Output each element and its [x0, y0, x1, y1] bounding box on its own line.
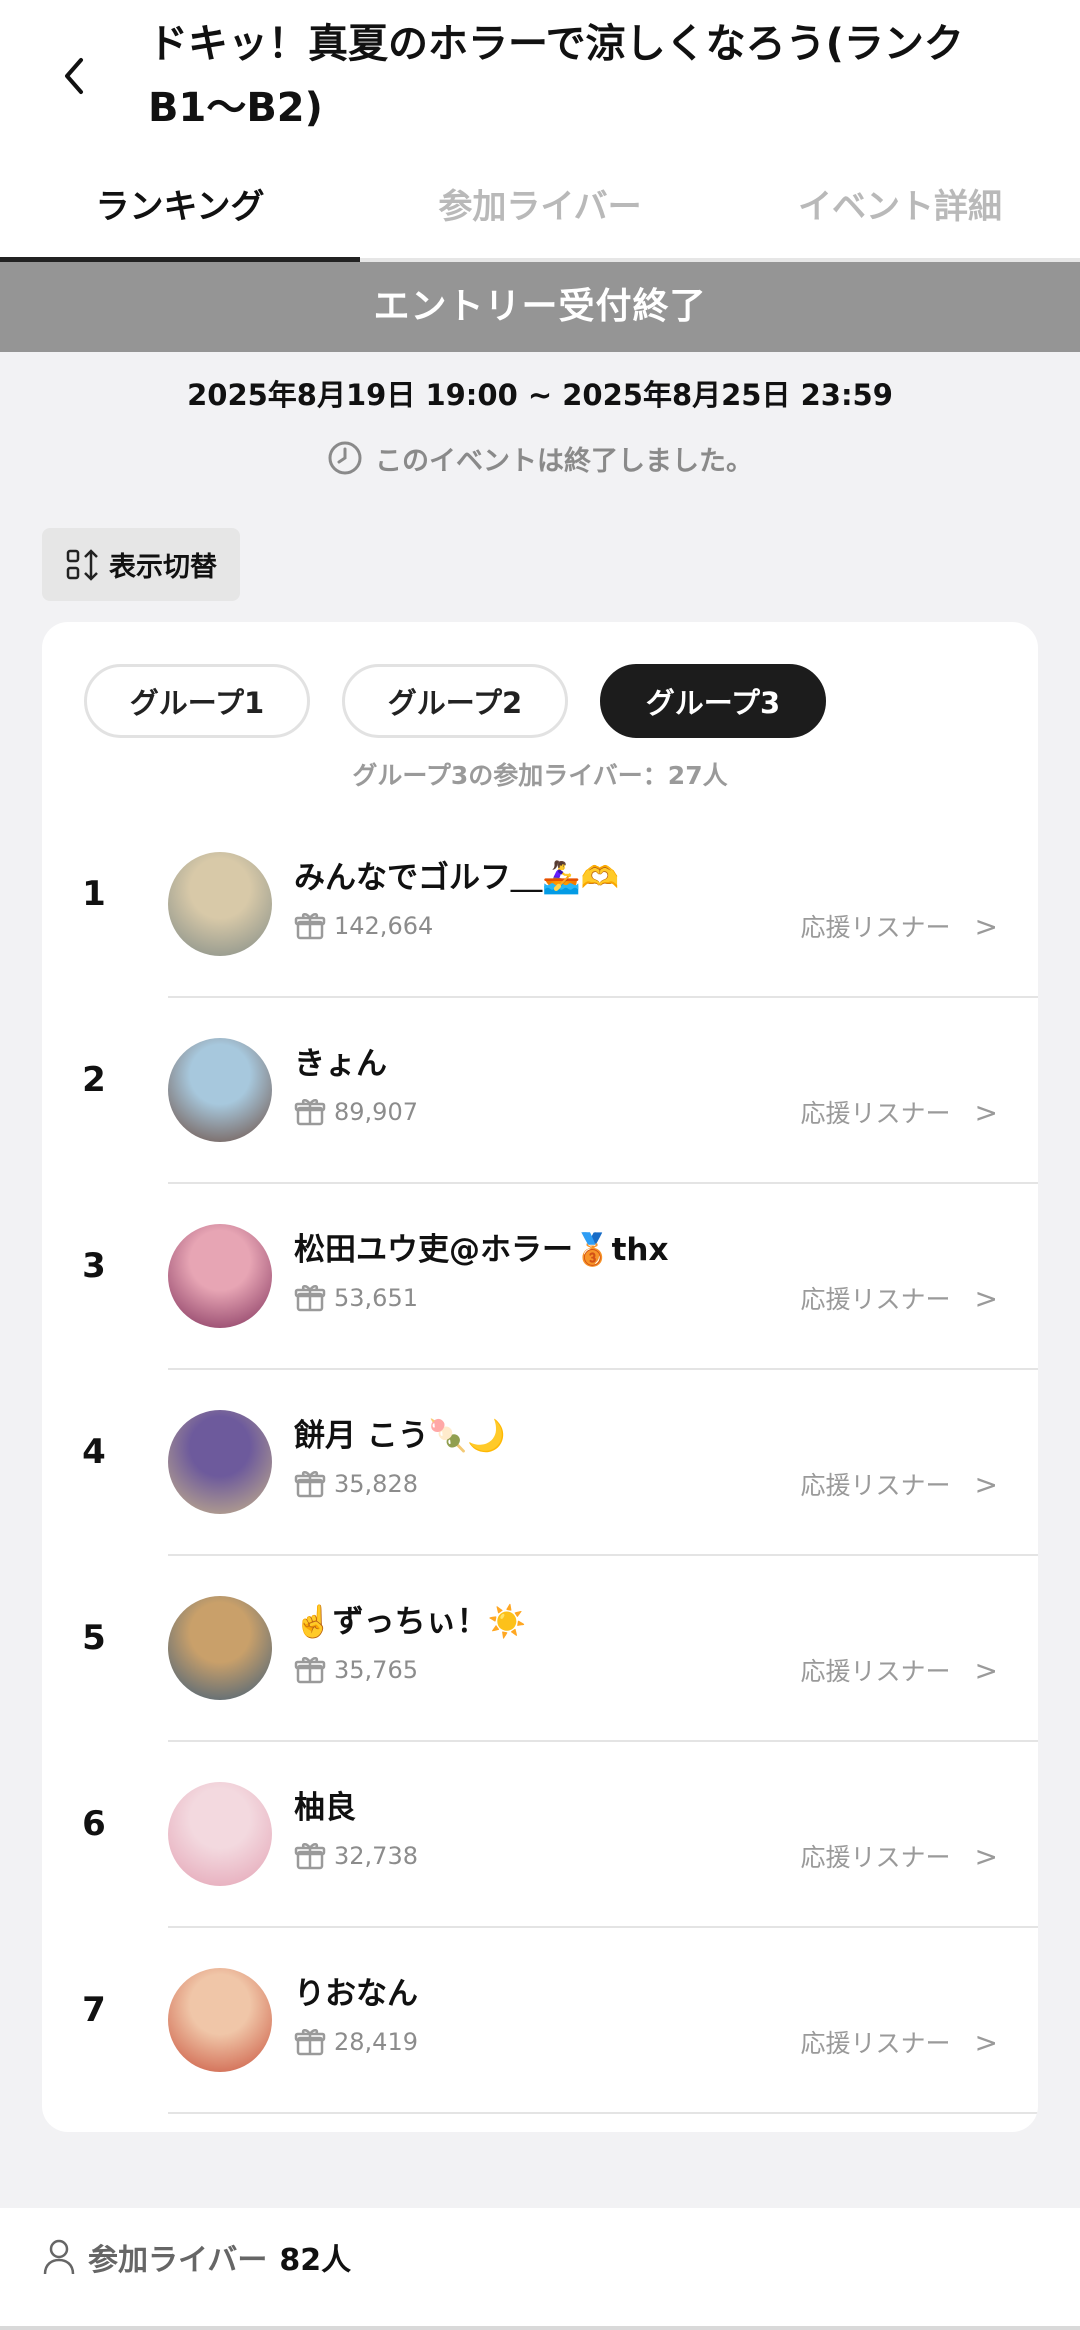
- ranking-row[interactable]: 4 餅月 こう🍡🌙 35,828 応援リスナー >: [42, 1370, 1038, 1556]
- tab-event-details[interactable]: イベント詳細: [720, 165, 1080, 258]
- score-value: 35,828: [334, 1470, 418, 1498]
- group-2-button[interactable]: グループ2: [342, 664, 568, 738]
- gift-score: 32,738: [294, 1838, 418, 1874]
- avatar[interactable]: [168, 1968, 272, 2072]
- chevron-right-icon: >: [974, 1653, 998, 1687]
- liver-name: みんなでゴルフ＿🚣‍♀️🫶: [294, 860, 620, 896]
- gift-icon: [294, 1843, 326, 1870]
- liver-name: ☝️ずっちぃ！☀️: [294, 1604, 527, 1640]
- ranking-card: グループ1 グループ2 グループ3 グループ3の参加ライバー：27人 1 みんな…: [42, 622, 1038, 2132]
- avatar[interactable]: [168, 1038, 272, 1142]
- chevron-right-icon: >: [974, 1095, 998, 1129]
- avatar[interactable]: [168, 1782, 272, 1886]
- score-value: 142,664: [334, 912, 434, 940]
- gift-score: 142,664: [294, 908, 433, 944]
- ranking-row[interactable]: 2 きょん 89,907 応援リスナー >: [42, 998, 1038, 1184]
- participant-footer[interactable]: 参加ライバー 82人: [0, 2208, 1080, 2330]
- supporter-label: 応援リスナー: [800, 1657, 951, 1686]
- score-value: 53,651: [334, 1284, 418, 1312]
- event-ended-notice: このイベントは終了しました。: [0, 434, 1080, 482]
- chevron-right-icon: >: [974, 1839, 998, 1873]
- event-ended-text: このイベントは終了しました。: [375, 445, 753, 477]
- ranking-row[interactable]: 1 みんなでゴルフ＿🚣‍♀️🫶 142,664 応援リスナー >: [42, 812, 1038, 998]
- gift-score: 53,651: [294, 1280, 418, 1316]
- avatar[interactable]: [168, 1410, 272, 1514]
- display-toggle-button[interactable]: 表示切替: [42, 528, 240, 601]
- supporter-listeners-link[interactable]: 応援リスナー >: [801, 1650, 998, 1690]
- gift-icon: [294, 1285, 326, 1312]
- ranking-row[interactable]: 3 松田ユウ吏@ホラー🥉thx 53,651 応援リスナー >: [42, 1184, 1038, 1370]
- liver-name: 餅月 こう🍡🌙: [294, 1418, 506, 1454]
- participant-count: 82人: [279, 2243, 352, 2278]
- rank-number: 3: [82, 1246, 106, 1286]
- ranking-list: 1 みんなでゴルフ＿🚣‍♀️🫶 142,664 応援リスナー > 2 きょん 8…: [42, 812, 1038, 2114]
- supporter-listeners-link[interactable]: 応援リスナー >: [801, 2022, 998, 2062]
- supporter-label: 応援リスナー: [800, 2029, 951, 2058]
- rank-number: 5: [82, 1618, 106, 1658]
- score-value: 32,738: [334, 1842, 418, 1870]
- app-header: ドキッ！真夏のホラーで涼しくなろう(ランクB1〜B2) ランキング 参加ライバー…: [0, 0, 1080, 262]
- avatar[interactable]: [168, 852, 272, 956]
- tab-participants[interactable]: 参加ライバー: [360, 165, 720, 258]
- gift-icon: [294, 1471, 326, 1498]
- event-title: ドキッ！真夏のホラーで涼しくなろう(ランクB1〜B2): [148, 21, 964, 131]
- person-icon: [43, 2239, 75, 2275]
- entry-closed-banner: エントリー受付終了: [0, 262, 1080, 352]
- gift-score: 35,765: [294, 1652, 418, 1688]
- sort-toggle-icon: [66, 548, 98, 581]
- supporter-label: 応援リスナー: [800, 913, 951, 942]
- chevron-right-icon: >: [974, 909, 998, 943]
- supporter-listeners-link[interactable]: 応援リスナー >: [801, 1278, 998, 1318]
- supporter-listeners-link[interactable]: 応援リスナー >: [801, 1836, 998, 1876]
- gift-score: 35,828: [294, 1466, 418, 1502]
- group-1-button[interactable]: グループ1: [84, 664, 310, 738]
- clock-icon: [327, 440, 363, 476]
- gift-icon: [294, 2029, 326, 2056]
- liver-name: りおなん: [294, 1976, 418, 2012]
- participant-summary[interactable]: 参加ライバー 82人: [42, 2232, 351, 2282]
- score-value: 89,907: [334, 1098, 418, 1126]
- tab-ranking[interactable]: ランキング: [0, 165, 360, 262]
- ranking-row[interactable]: 6 柚良 32,738 応援リスナー >: [42, 1742, 1038, 1928]
- supporter-label: 応援リスナー: [800, 1285, 951, 1314]
- participant-label: 参加ライバー: [88, 2243, 268, 2278]
- chevron-right-icon: >: [974, 1467, 998, 1501]
- rank-number: 4: [82, 1432, 106, 1472]
- avatar[interactable]: [168, 1596, 272, 1700]
- supporter-listeners-link[interactable]: 応援リスナー >: [801, 1092, 998, 1132]
- display-toggle-label: 表示切替: [109, 552, 217, 583]
- group-3-button[interactable]: グループ3: [600, 664, 826, 738]
- liver-name: 柚良: [294, 1790, 356, 1826]
- rank-number: 6: [82, 1804, 106, 1844]
- supporter-listeners-link[interactable]: 応援リスナー >: [801, 906, 998, 946]
- gift-icon: [294, 1657, 326, 1684]
- rank-number: 1: [82, 874, 106, 914]
- supporter-label: 応援リスナー: [800, 1471, 951, 1500]
- rank-number: 7: [82, 1990, 106, 2030]
- liver-name: 松田ユウ吏@ホラー🥉thx: [294, 1232, 669, 1268]
- supporter-label: 応援リスナー: [800, 1099, 951, 1128]
- gift-score: 28,419: [294, 2024, 418, 2060]
- gift-icon: [294, 913, 326, 940]
- supporter-label: 応援リスナー: [800, 1843, 951, 1872]
- back-button[interactable]: [50, 52, 98, 100]
- chevron-right-icon: >: [974, 1281, 998, 1315]
- group-participant-count: グループ3の参加ライバー：27人: [352, 761, 728, 790]
- group-selector: グループ1 グループ2 グループ3: [84, 664, 858, 738]
- tab-bar: ランキング 参加ライバー イベント詳細: [0, 165, 1080, 262]
- chevron-right-icon: >: [974, 2025, 998, 2059]
- ranking-row[interactable]: 7 りおなん 28,419 応援リスナー >: [42, 1928, 1038, 2114]
- score-value: 35,765: [334, 1656, 418, 1684]
- event-period: 2025年8月19日 19:00 ~ 2025年8月25日 23:59: [187, 378, 893, 412]
- score-value: 28,419: [334, 2028, 418, 2056]
- supporter-listeners-link[interactable]: 応援リスナー >: [801, 1464, 998, 1504]
- gift-score: 89,907: [294, 1094, 418, 1130]
- gift-icon: [294, 1099, 326, 1126]
- avatar[interactable]: [168, 1224, 272, 1328]
- chevron-left-icon: [65, 58, 83, 94]
- rank-number: 2: [82, 1060, 106, 1100]
- ranking-row[interactable]: 5 ☝️ずっちぃ！☀️ 35,765 応援リスナー >: [42, 1556, 1038, 1742]
- liver-name: きょん: [294, 1046, 387, 1082]
